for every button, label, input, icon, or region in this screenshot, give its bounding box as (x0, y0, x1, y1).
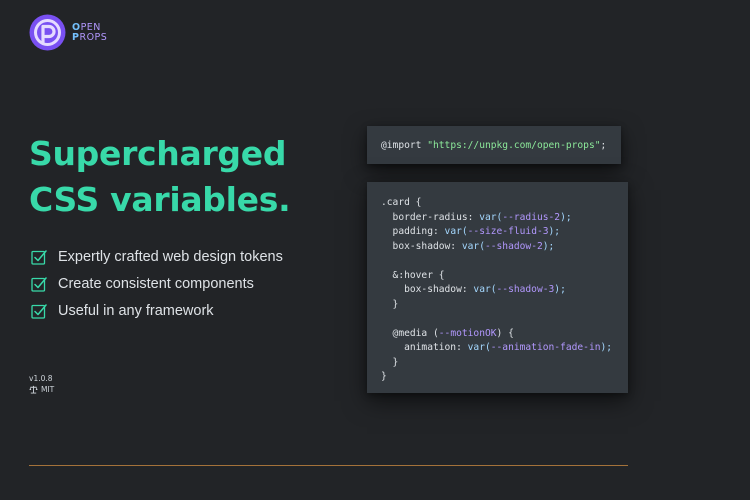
code-line: } (381, 298, 628, 313)
code-variable: --size-fluid-3 (467, 226, 549, 237)
feature-item: Create consistent components (31, 270, 283, 297)
feature-label: Expertly crafted web design tokens (58, 248, 283, 265)
feature-list: Expertly crafted web design tokens Creat… (31, 243, 283, 324)
version-label: v1.0.8 (29, 374, 53, 383)
code-line: box-shadow: var(--shadow-2); (381, 240, 628, 255)
code-property: box-shadow: (381, 240, 462, 252)
code-line: animation: var(--animation-fade-in); (381, 341, 628, 356)
code-variable: --animation-fade-in (490, 342, 601, 353)
open-props-logo-icon (29, 14, 66, 51)
code-property: animation: (381, 342, 468, 353)
code-property: padding: (381, 226, 445, 237)
code-property: border-radius: (381, 211, 480, 223)
feature-label: Create consistent components (58, 275, 254, 292)
code-property: box-shadow: (381, 284, 474, 295)
code-hover-selector: &:hover { (381, 269, 445, 281)
license-row[interactable]: MIT (29, 384, 54, 395)
code-punctuation: ); (560, 211, 572, 223)
code-line: } (381, 356, 628, 371)
version-row[interactable]: v1.0.8 (29, 373, 54, 384)
import-code-block[interactable]: @import "https://unpkg.com/open-props"; (367, 126, 621, 164)
code-function: var( (467, 342, 491, 353)
code-line: } (381, 370, 628, 385)
code-import-semicolon: ; (600, 140, 607, 151)
logo-word-props: PROPS (72, 32, 108, 43)
code-punctuation: ); (542, 240, 555, 252)
headline-line-1: Supercharged (29, 134, 287, 173)
code-selector: .card { (381, 197, 422, 208)
card-code-block[interactable]: .card { border-radius: var(--radius-2); … (367, 182, 628, 393)
code-punctuation: ); (600, 342, 613, 353)
code-media-query: @media ( (381, 327, 439, 339)
code-function: var( (461, 240, 485, 252)
checkbox-check-icon (31, 276, 47, 292)
code-variable: --shadow-2 (484, 240, 543, 252)
code-line: border-radius: var(--radius-2); (381, 211, 628, 226)
checkbox-check-icon (31, 249, 47, 265)
code-brace: } (381, 298, 399, 310)
checkbox-check-icon (31, 303, 47, 319)
code-import-url: "https://unpkg.com/open-props" (427, 140, 601, 151)
code-punctuation: ) { (496, 327, 514, 339)
code-variable: --radius-2 (502, 211, 561, 223)
bottom-divider (29, 465, 628, 466)
feature-item: Useful in any framework (31, 297, 283, 324)
code-function: var( (479, 211, 503, 223)
headline-line-2: CSS variables. (29, 180, 291, 219)
code-variable: --motionOK (438, 327, 497, 339)
code-line: padding: var(--size-fluid-3); (381, 225, 628, 240)
license-label: MIT (41, 385, 55, 394)
code-brace: } (381, 356, 399, 368)
code-line: .card { (381, 196, 628, 211)
code-function: var( (473, 284, 497, 295)
hero-headline: Supercharged CSS variables. (29, 131, 291, 223)
code-brace: } (381, 371, 387, 382)
code-punctuation: ); (548, 226, 561, 237)
version-license-info: v1.0.8 MIT (29, 373, 54, 395)
feature-item: Expertly crafted web design tokens (31, 243, 283, 270)
scale-balance-icon (29, 385, 38, 394)
code-line: box-shadow: var(--shadow-3); (381, 283, 628, 298)
open-props-logo[interactable]: OPEN PROPS (29, 14, 107, 51)
code-line: &:hover { (381, 269, 628, 284)
code-variable: --shadow-3 (496, 284, 555, 295)
code-line: @media (--motionOK) { (381, 327, 628, 342)
code-punctuation: ); (554, 284, 566, 295)
logo-wordmark: OPEN PROPS (72, 23, 107, 43)
code-import-keyword: @import (381, 140, 428, 151)
code-function: var( (444, 226, 468, 237)
feature-label: Useful in any framework (58, 302, 214, 319)
